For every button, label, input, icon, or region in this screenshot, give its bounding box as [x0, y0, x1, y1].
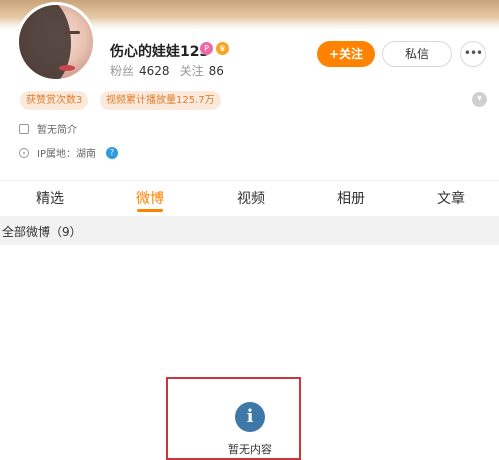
tab-weibo[interactable]: 微博 — [136, 188, 164, 208]
tab-album[interactable]: 相册 — [337, 188, 365, 208]
message-button[interactable]: 私信 — [382, 41, 452, 67]
fans-label: 粉丝 — [110, 64, 135, 78]
profile-page: 伤心的娃娃123 P ♛ 粉丝 4628 关注 86 +关注 私信 ••• 获赞赏次数… — [0, 0, 499, 460]
tab-bar: 精选 微博 视频 相册 文章 — [0, 181, 499, 214]
tab-featured[interactable]: 精选 — [36, 188, 64, 208]
ip-location-text: IP属地：湖南 — [37, 149, 96, 160]
location-icon — [19, 147, 29, 158]
crown-icon[interactable]: ♛ — [216, 42, 229, 55]
pill-appreciation-count: 获赞赏次数3 — [20, 91, 89, 110]
more-button[interactable]: ••• — [460, 41, 486, 67]
follow-button[interactable]: +关注 — [317, 41, 375, 67]
profile-stats: 粉丝 4628 关注 86 — [110, 62, 234, 79]
active-tab-indicator — [137, 209, 163, 212]
tab-article[interactable]: 文章 — [437, 188, 465, 208]
tab-video[interactable]: 视频 — [237, 188, 265, 208]
fans-count[interactable]: 4628 — [139, 64, 170, 78]
info-doc-icon — [19, 123, 29, 134]
help-icon[interactable]: ? — [105, 146, 118, 159]
pill-video-views: 视频累计播放量125.7万 — [100, 91, 221, 110]
empty-info-icon: i — [235, 402, 265, 432]
ip-location-row: IP属地：湖南 ? — [19, 145, 118, 160]
expand-chevron-icon[interactable]: ▾ — [472, 92, 487, 107]
profile-name: 伤心的娃娃123 — [110, 44, 210, 60]
following-count[interactable]: 86 — [209, 64, 224, 78]
intro-row: 暂无简介 — [19, 121, 77, 136]
following-label: 关注 — [179, 64, 204, 78]
all-posts-title[interactable]: 全部微博（9） — [2, 223, 82, 240]
verified-badge-icon[interactable]: P — [200, 42, 213, 55]
avatar[interactable] — [16, 2, 96, 82]
all-posts-header: 全部微博（9） — [0, 216, 499, 245]
intro-text: 暂无简介 — [37, 125, 77, 136]
empty-state-text: 暂无内容 — [228, 443, 272, 456]
